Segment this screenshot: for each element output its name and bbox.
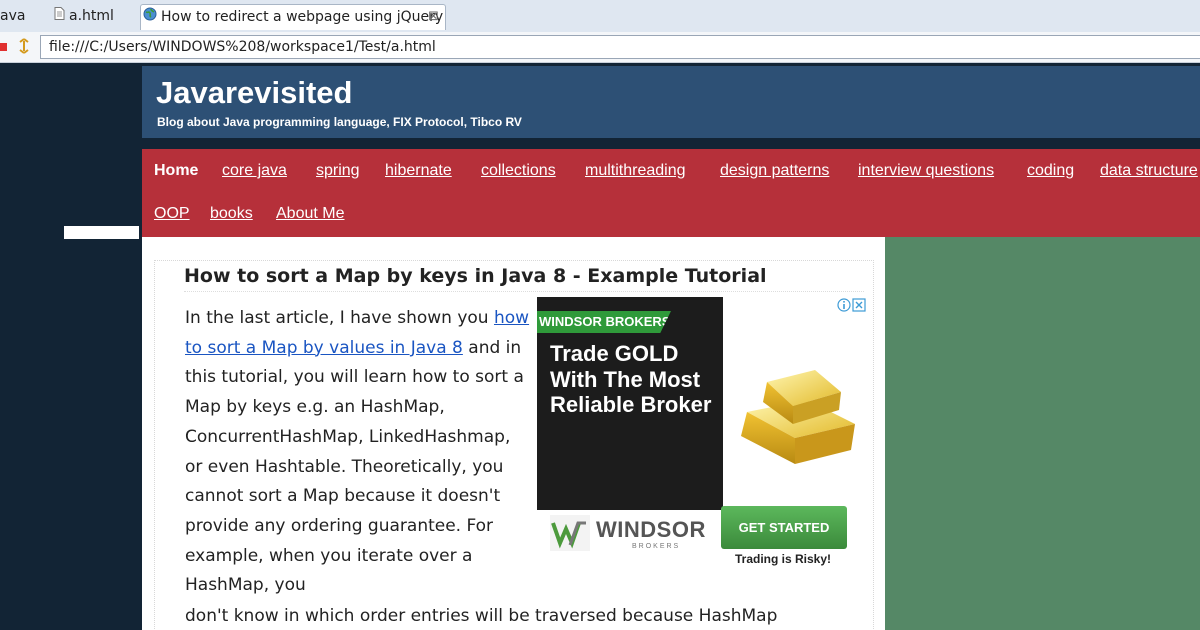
globe-icon xyxy=(143,5,157,29)
nav-item-oop[interactable]: OOP xyxy=(154,205,190,223)
tab-label: How to redirect a webpage using jQuery xyxy=(161,9,444,25)
ad-logo-sub: BROKERS xyxy=(632,543,681,550)
content-area: How to sort a Map by keys in Java 8 - Ex… xyxy=(142,237,885,630)
nav-item-about-me[interactable]: About Me xyxy=(276,205,344,223)
nav-item-multithreading[interactable]: multithreading xyxy=(585,162,686,180)
refresh-icon[interactable] xyxy=(17,38,31,58)
site-header: Javarevisited Blog about Java programmin… xyxy=(142,66,1200,138)
nav-item-data-structure[interactable]: data structure xyxy=(1100,162,1198,180)
blog-post: How to sort a Map by keys in Java 8 - Ex… xyxy=(154,260,874,630)
advertisement[interactable]: WINDSOR BROKERS Trade GOLD With The Most… xyxy=(537,297,867,573)
nav-item-hibernate[interactable]: hibernate xyxy=(385,162,452,180)
file-icon xyxy=(54,4,65,28)
nav-item-interview-questions[interactable]: interview questions xyxy=(858,162,994,180)
url-input[interactable]: file:///C:/Users/WINDOWS%208/workspace1/… xyxy=(40,35,1200,59)
gold-bars-icon xyxy=(727,352,867,472)
get-started-button[interactable]: GET STARTED xyxy=(721,506,847,549)
nav-item-core-java[interactable]: core java xyxy=(222,162,287,180)
nav-item-books[interactable]: books xyxy=(210,205,253,223)
site-title[interactable]: Javarevisited xyxy=(156,75,352,111)
tab-a-html[interactable]: a.html xyxy=(52,4,138,30)
post-title[interactable]: How to sort a Map by keys in Java 8 - Ex… xyxy=(184,261,864,292)
sidebar-area xyxy=(885,236,1200,630)
address-bar: file:///C:/Users/WINDOWS%208/workspace1/… xyxy=(0,32,1200,63)
post-body-line: don't know in which order entries will b… xyxy=(185,606,778,626)
tab-redirect-jquery[interactable]: How to redirect a webpage using jQuery ⊠ xyxy=(140,4,446,30)
ad-headline: Trade GOLD With The Most Reliable Broker xyxy=(550,341,712,417)
web-page: Javarevisited Blog about Java programmin… xyxy=(0,63,1200,630)
site-description: Blog about Java programming language, FI… xyxy=(157,115,522,129)
nav-item-coding[interactable]: coding xyxy=(1027,162,1074,180)
ad-logo-word: WINDSOR xyxy=(596,517,706,542)
nav-item-home[interactable]: Home xyxy=(154,162,198,180)
nav-item-collections[interactable]: collections xyxy=(481,162,556,180)
ad-risk-disclaimer: Trading is Risky! xyxy=(735,552,832,566)
nav-item-spring[interactable]: spring xyxy=(316,162,360,180)
left-widget-strip xyxy=(64,226,139,239)
windsor-logo: WINDSOR BROKERS xyxy=(550,515,720,555)
post-body: In the last article, I have shown you ho… xyxy=(185,304,530,601)
ad-choices[interactable] xyxy=(837,297,867,312)
main-nav: Home core java spring hibernate collecti… xyxy=(142,149,1200,237)
post-intro: In the last article, I have shown you xyxy=(185,308,494,328)
post-intro-continued: and in this tutorial, you will learn how… xyxy=(185,337,524,596)
tab-label: ava xyxy=(0,8,26,24)
browser-tab-bar: ava a.html How to redirect a webpage usi… xyxy=(0,0,1200,33)
tab-label: a.html xyxy=(69,8,114,24)
tab-java[interactable]: ava xyxy=(0,4,46,30)
close-tab-icon[interactable]: ⊠ xyxy=(428,5,439,29)
windsor-logo-icon xyxy=(550,515,590,551)
ad-brand-tag: WINDSOR BROKERS xyxy=(537,311,671,333)
stop-icon[interactable] xyxy=(0,43,7,51)
nav-item-design-patterns[interactable]: design patterns xyxy=(720,162,829,180)
